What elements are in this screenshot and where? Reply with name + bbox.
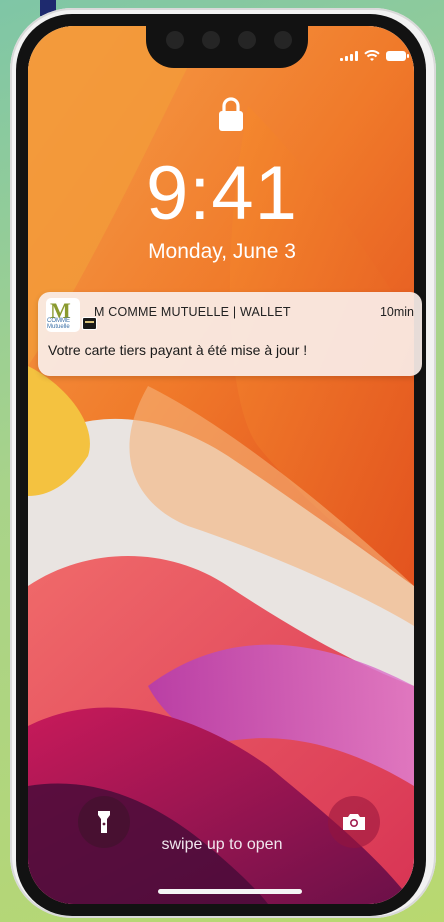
lock-icon bbox=[219, 97, 243, 131]
notification-message: Votre carte tiers payant à été mise à jo… bbox=[48, 342, 308, 358]
sensor-dot bbox=[202, 31, 220, 49]
swipe-up-hint: swipe up to open bbox=[161, 836, 283, 853]
flashlight-icon bbox=[98, 811, 110, 833]
sensor-dot bbox=[274, 31, 292, 49]
phone-notch bbox=[146, 14, 308, 68]
home-indicator[interactable] bbox=[158, 889, 302, 894]
sensor-dot bbox=[238, 31, 256, 49]
clock-time: 9:41 bbox=[146, 151, 298, 236]
cellular-signal-icon bbox=[340, 51, 358, 61]
app-icon-subtext: COMME Mutuelle bbox=[47, 318, 70, 330]
notification-age: 10min bbox=[379, 305, 414, 319]
notification-app-name: M COMME MUTUELLE | WALLET bbox=[94, 305, 291, 319]
app-icon: M COMME Mutuelle bbox=[46, 298, 80, 332]
battery-icon bbox=[386, 51, 409, 61]
notification-card[interactable]: M COMME Mutuelle M COMME MUTUELLE | WALL… bbox=[38, 292, 422, 376]
camera-icon bbox=[343, 814, 365, 830]
status-bar bbox=[340, 50, 409, 62]
wifi-icon bbox=[364, 50, 380, 61]
clock-date: Monday, June 3 bbox=[148, 240, 296, 263]
camera-lens bbox=[166, 31, 184, 49]
